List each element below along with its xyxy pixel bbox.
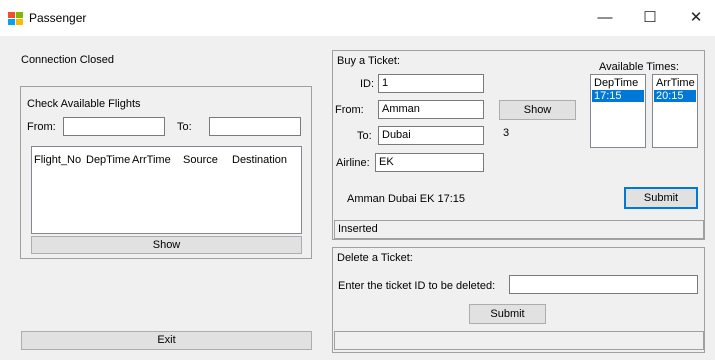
delete-id-input[interactable] (509, 275, 698, 294)
exit-button[interactable]: Exit (21, 331, 312, 350)
deptime-selected-item[interactable]: 17:15 (592, 90, 644, 102)
ticket-summary: Amman Dubai EK 17:15 (347, 193, 466, 205)
column-header-source[interactable]: Source (183, 154, 218, 166)
column-header-destination[interactable]: Destination (232, 154, 287, 166)
app-icon (8, 12, 23, 25)
column-header-arrtime[interactable]: ArrTime (132, 154, 171, 166)
ticket-to-label: To: (357, 130, 372, 142)
window-title: Passenger (29, 11, 87, 25)
arrtime-selected-item[interactable]: 20:15 (654, 90, 696, 102)
available-times-label: Available Times: (599, 61, 679, 73)
delete-id-label: Enter the ticket ID to be deleted: (338, 280, 496, 292)
ticket-to-input[interactable]: Dubai (378, 126, 484, 145)
show-times-button[interactable]: Show (499, 100, 576, 120)
airline-label: Airline: (336, 157, 370, 169)
maximize-icon[interactable]: ☐ (642, 10, 658, 26)
minimize-icon[interactable]: — (597, 10, 613, 26)
show-flights-button[interactable]: Show (31, 236, 302, 254)
arrtime-header: ArrTime (656, 77, 695, 89)
ticket-from-label: From: (335, 104, 364, 116)
delete-ticket-title: Delete a Ticket: (337, 252, 413, 264)
check-flights-title: Check Available Flights (27, 98, 141, 110)
column-header-flight-no[interactable]: Flight_No (34, 154, 81, 166)
ticket-id-label: ID: (360, 78, 375, 90)
ticket-from-input[interactable]: Amman (378, 100, 484, 119)
flight-to-input[interactable] (209, 117, 301, 136)
close-icon[interactable]: ✕ (688, 10, 704, 26)
deptime-header: DepTime (594, 77, 639, 89)
delete-result (334, 331, 704, 350)
flight-to-label: To: (177, 121, 192, 133)
column-header-deptime[interactable]: DepTime (86, 154, 130, 166)
ticket-id-input[interactable]: 1 (378, 74, 484, 93)
flight-count: 3 (503, 127, 510, 139)
buy-ticket-title: Buy a Ticket: (337, 55, 400, 67)
flight-from-input[interactable] (63, 117, 165, 136)
delete-submit-button[interactable]: Submit (469, 304, 546, 324)
buy-submit-button[interactable]: Submit (624, 187, 698, 209)
connection-status: Connection Closed (21, 54, 114, 66)
flight-from-label: From: (27, 121, 56, 133)
airline-input[interactable]: EK (375, 153, 484, 172)
buy-result: Inserted (334, 220, 704, 239)
